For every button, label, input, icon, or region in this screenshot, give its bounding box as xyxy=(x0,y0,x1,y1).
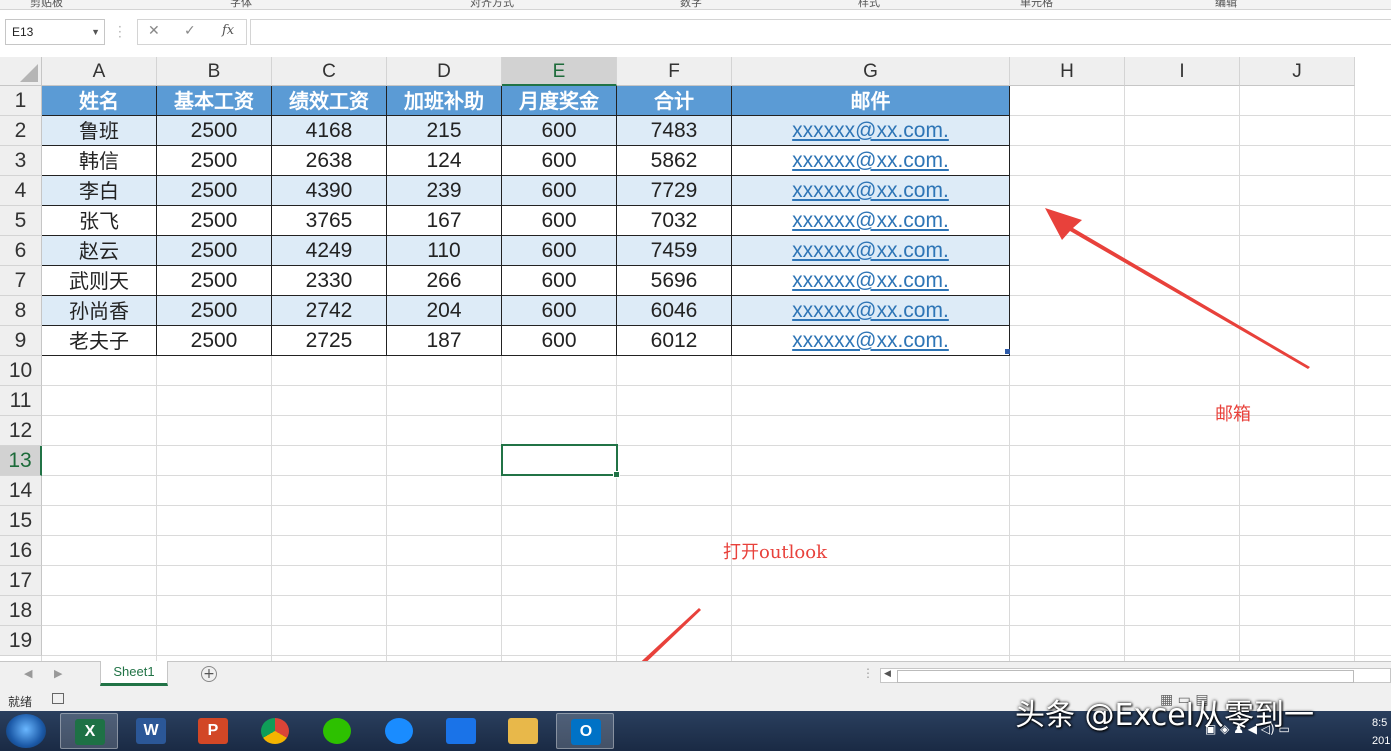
chrome-icon xyxy=(261,718,289,744)
splitter-icon[interactable]: ⋮ xyxy=(862,666,874,680)
taskbar-excel[interactable]: X xyxy=(60,713,118,749)
taskbar-word[interactable]: W xyxy=(122,713,180,749)
file-explorer-icon xyxy=(508,718,538,744)
taskbar-wechat[interactable] xyxy=(308,713,366,749)
taskbar-file-explorer[interactable] xyxy=(494,713,552,749)
sheet-tab-bar: ◀ ▶ Sheet1 + ⋮ ◀ xyxy=(0,661,1391,689)
clock-date: 2019 xyxy=(1372,735,1391,747)
qq-browser-icon xyxy=(385,718,413,744)
horizontal-scrollbar[interactable]: ◀ xyxy=(880,668,1391,683)
scrollbar-thumb[interactable] xyxy=(897,670,1354,683)
clock[interactable]: 8:5 2019 xyxy=(1372,714,1391,750)
taskbar-outlook[interactable]: O xyxy=(556,713,614,749)
arrow-to-email-column xyxy=(1045,208,1310,369)
add-sheet-icon[interactable]: + xyxy=(201,666,217,682)
annotation-mailbox: 邮箱 xyxy=(1215,404,1251,425)
annotation-arrows xyxy=(615,208,1310,696)
macro-record-icon[interactable] xyxy=(52,693,64,704)
tab-sheet1[interactable]: Sheet1 xyxy=(100,661,168,686)
taskbar-video[interactable] xyxy=(432,713,490,749)
tab-next-icon[interactable]: ▶ xyxy=(54,667,62,680)
tab-prev-icon[interactable]: ◀ xyxy=(24,667,32,680)
video-icon xyxy=(446,718,476,744)
clock-time: 8:5 xyxy=(1372,717,1388,729)
taskbar-powerpoint[interactable]: P xyxy=(184,713,242,749)
scroll-left-icon[interactable]: ◀ xyxy=(884,669,891,679)
wechat-icon xyxy=(323,718,351,744)
status-ready: 就绪 xyxy=(8,695,33,709)
start-button[interactable] xyxy=(6,714,46,748)
powerpoint-icon: P xyxy=(198,718,228,744)
taskbar-qq-browser[interactable] xyxy=(370,713,428,749)
system-tray-icons[interactable]: ▣ ◈ ♟ ◀ ◁) ▭ xyxy=(1205,722,1290,736)
excel-icon: X xyxy=(75,719,105,745)
annotation-open-outlook: 打开outlook xyxy=(723,542,828,563)
outlook-icon: O xyxy=(571,719,601,745)
taskbar-chrome[interactable] xyxy=(246,713,304,749)
word-icon: W xyxy=(136,718,166,744)
